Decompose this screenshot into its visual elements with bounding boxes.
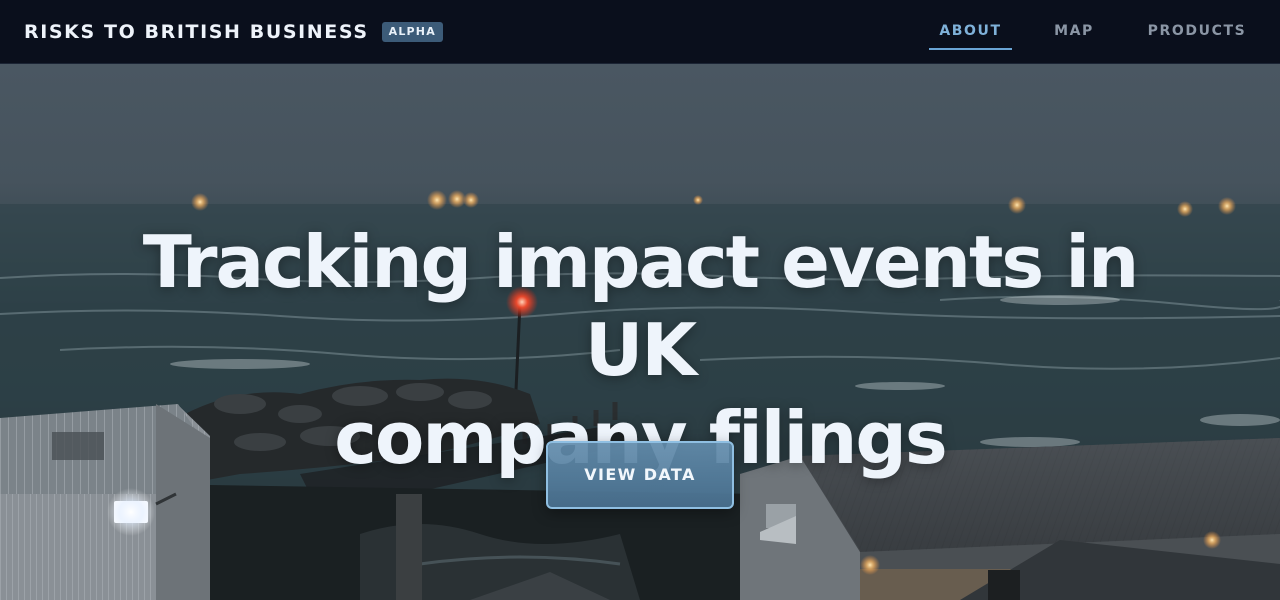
hero-heading-line-1: Tracking impact events in UK — [142, 220, 1140, 392]
brand[interactable]: RISKS TO BRITISH BUSINESS ALPHA — [24, 20, 443, 44]
nav-products[interactable]: PRODUCTS — [1140, 14, 1254, 50]
alpha-badge: ALPHA — [381, 22, 443, 42]
top-navbar: RISKS TO BRITISH BUSINESS ALPHA ABOUT MA… — [0, 0, 1280, 64]
nav-map[interactable]: MAP — [1044, 14, 1104, 50]
site-title[interactable]: RISKS TO BRITISH BUSINESS — [24, 20, 369, 44]
view-data-button[interactable]: VIEW DATA — [546, 441, 734, 509]
nav-about[interactable]: ABOUT — [929, 14, 1012, 50]
hero-section: Tracking impact events in UK company fil… — [0, 64, 1280, 600]
